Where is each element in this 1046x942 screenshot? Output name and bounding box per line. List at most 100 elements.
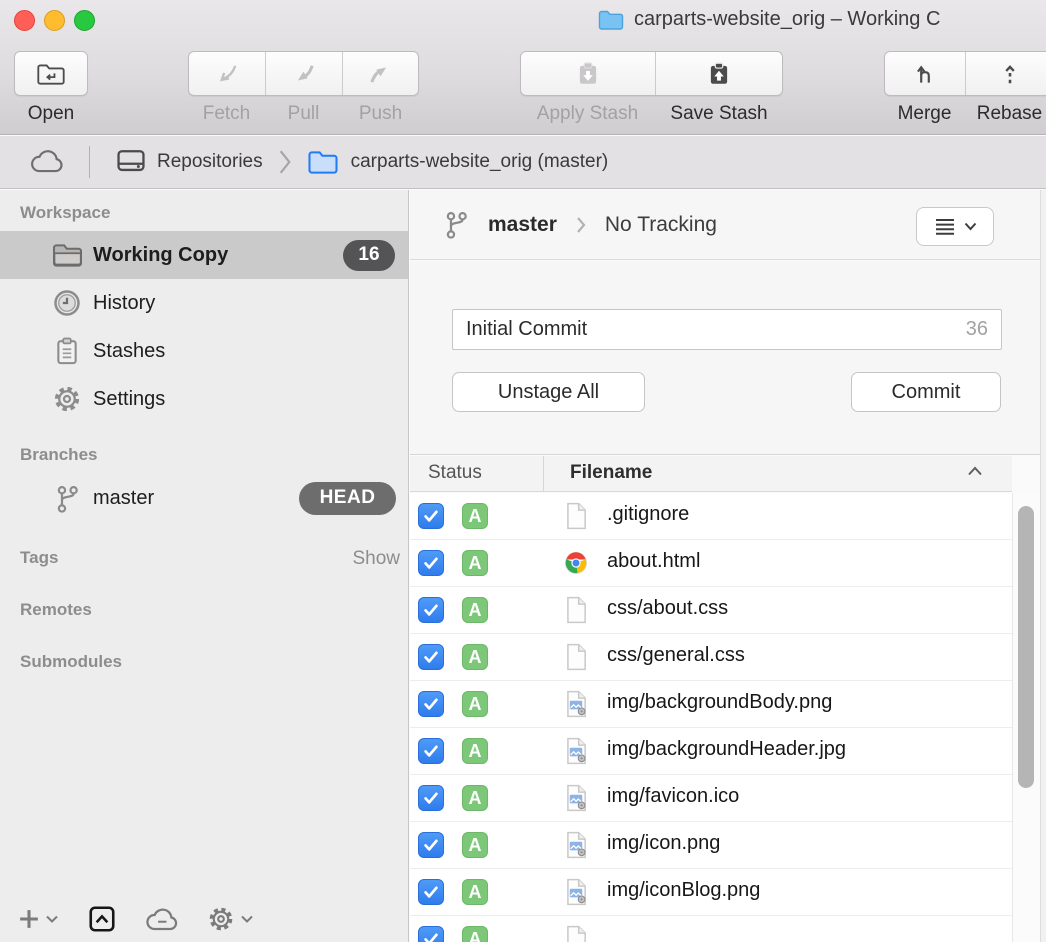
status-added-badge: A — [462, 879, 488, 905]
sidebar-item-working-copy[interactable]: Working Copy 16 — [0, 231, 408, 279]
toolbar-stash-group: Apply Stash Save Stash — [520, 51, 783, 125]
column-header-status[interactable]: Status — [428, 462, 482, 484]
working-copy-pane: master No Tracking Initial Commit 36 Uns… — [410, 190, 1046, 942]
sidebar-item-settings[interactable]: Settings — [0, 375, 408, 423]
breadcrumb-repositories[interactable]: Repositories — [157, 151, 263, 173]
file-row[interactable]: A css/about.css — [410, 587, 1012, 634]
unstage-all-button[interactable]: Unstage All — [452, 372, 645, 412]
file-row[interactable]: A img/icon.png — [410, 822, 1012, 869]
merge-button[interactable] — [885, 52, 965, 95]
fetch-button[interactable] — [189, 52, 265, 95]
filename: img/favicon.ico — [607, 785, 739, 808]
file-row[interactable]: A img/backgroundHeader.jpg — [410, 728, 1012, 775]
stage-checkbox[interactable] — [418, 644, 444, 670]
zoom-button[interactable] — [74, 10, 95, 31]
view-options-button[interactable] — [916, 207, 994, 246]
clock-icon — [50, 288, 84, 318]
doc-file-icon — [562, 643, 590, 671]
chevron-right-icon — [575, 215, 587, 235]
title-and-toolbar: carparts-website_orig – Working C Open — [0, 0, 1046, 135]
toolbar-open: Open — [14, 51, 88, 125]
commit-message-input[interactable]: Initial Commit 36 — [452, 309, 1002, 350]
sidebar-item-label: History — [93, 292, 155, 315]
current-branch: master — [488, 213, 557, 237]
sidebar-item-branch-master[interactable]: master HEAD — [0, 474, 408, 522]
filename: .gitignore — [607, 503, 689, 526]
apply-stash-button[interactable] — [521, 52, 655, 95]
close-button[interactable] — [14, 10, 35, 31]
image-file-icon — [562, 737, 590, 765]
doc-file-icon — [562, 925, 590, 942]
repo-settings-button[interactable] — [207, 905, 254, 933]
stage-checkbox[interactable] — [418, 832, 444, 858]
pull-button[interactable] — [265, 52, 341, 95]
file-row[interactable]: A .gitignore — [410, 493, 1012, 540]
cloud-icon[interactable] — [27, 147, 67, 177]
file-row[interactable]: A css/general.css — [410, 634, 1012, 681]
hide-panel-button[interactable] — [87, 904, 117, 934]
file-row[interactable]: A — [410, 916, 1012, 942]
sidebar-bottom-toolbar — [16, 904, 254, 934]
file-row[interactable]: A img/favicon.ico — [410, 775, 1012, 822]
workspace-header: Workspace — [20, 203, 110, 223]
commit-button[interactable]: Commit — [851, 372, 1001, 412]
fetch-icon — [213, 60, 241, 88]
rebase-label: Rebase — [965, 103, 1046, 125]
branch-icon — [443, 209, 470, 240]
toolbar-remote-group: Fetch Pull Push — [188, 51, 419, 125]
tags-header[interactable]: Tags — [20, 548, 58, 568]
stage-checkbox[interactable] — [418, 503, 444, 529]
push-label: Push — [342, 103, 419, 125]
apply-stash-label: Apply Stash — [520, 103, 655, 125]
scrollbar-thumb[interactable] — [1018, 506, 1034, 788]
doc-file-icon — [562, 502, 590, 530]
tags-show-button[interactable]: Show — [352, 548, 400, 570]
filename: img/iconBlog.png — [607, 879, 760, 902]
sidebar-item-label: Stashes — [93, 340, 165, 363]
branch-name: master — [93, 487, 154, 510]
remote-cloud-button[interactable] — [143, 905, 181, 934]
save-stash-button[interactable] — [655, 52, 782, 95]
minimize-button[interactable] — [44, 10, 65, 31]
stage-checkbox[interactable] — [418, 738, 444, 764]
sidebar-item-history[interactable]: History — [0, 279, 408, 327]
stage-checkbox[interactable] — [418, 785, 444, 811]
commit-area: Initial Commit 36 Unstage All Commit — [410, 261, 1040, 455]
stage-checkbox[interactable] — [418, 879, 444, 905]
breadcrumb-current-repo[interactable]: carparts-website_orig (master) — [351, 151, 609, 173]
filename: css/about.css — [607, 597, 728, 620]
status-added-badge: A — [462, 832, 488, 858]
file-row[interactable]: A about.html — [410, 540, 1012, 587]
add-repo-button[interactable] — [16, 906, 59, 932]
file-row[interactable]: A img/backgroundBody.png — [410, 681, 1012, 728]
status-added-badge: A — [462, 597, 488, 623]
push-icon — [366, 60, 394, 88]
hamburger-icon — [934, 218, 956, 236]
open-button[interactable] — [15, 52, 87, 95]
stage-checkbox[interactable] — [418, 597, 444, 623]
pull-icon — [290, 60, 318, 88]
scrollbar-track[interactable] — [1012, 493, 1040, 942]
sidebar-item-stashes[interactable]: Stashes — [0, 327, 408, 375]
image-file-icon — [562, 784, 590, 812]
stage-checkbox[interactable] — [418, 926, 444, 942]
chevron-down-icon — [964, 222, 977, 231]
file-row[interactable]: A img/iconBlog.png — [410, 869, 1012, 916]
branches-header[interactable]: Branches — [20, 445, 97, 465]
stage-checkbox[interactable] — [418, 691, 444, 717]
save-stash-label: Save Stash — [655, 103, 783, 125]
submodules-header[interactable]: Submodules — [20, 652, 122, 672]
column-header-filename[interactable]: Filename — [570, 462, 652, 484]
rebase-button[interactable] — [965, 52, 1046, 95]
breadcrumb: Repositories carparts-website_orig (mast… — [0, 136, 1046, 189]
open-label: Open — [14, 103, 88, 125]
plus-icon — [16, 906, 42, 932]
remotes-header[interactable]: Remotes — [20, 600, 92, 620]
pane-right-gutter — [1040, 190, 1046, 942]
push-button[interactable] — [342, 52, 418, 95]
stage-checkbox[interactable] — [418, 550, 444, 576]
image-file-icon — [562, 831, 590, 859]
repo-folder-icon — [307, 149, 339, 176]
sort-ascending-icon — [966, 465, 984, 477]
column-divider[interactable] — [543, 456, 544, 491]
